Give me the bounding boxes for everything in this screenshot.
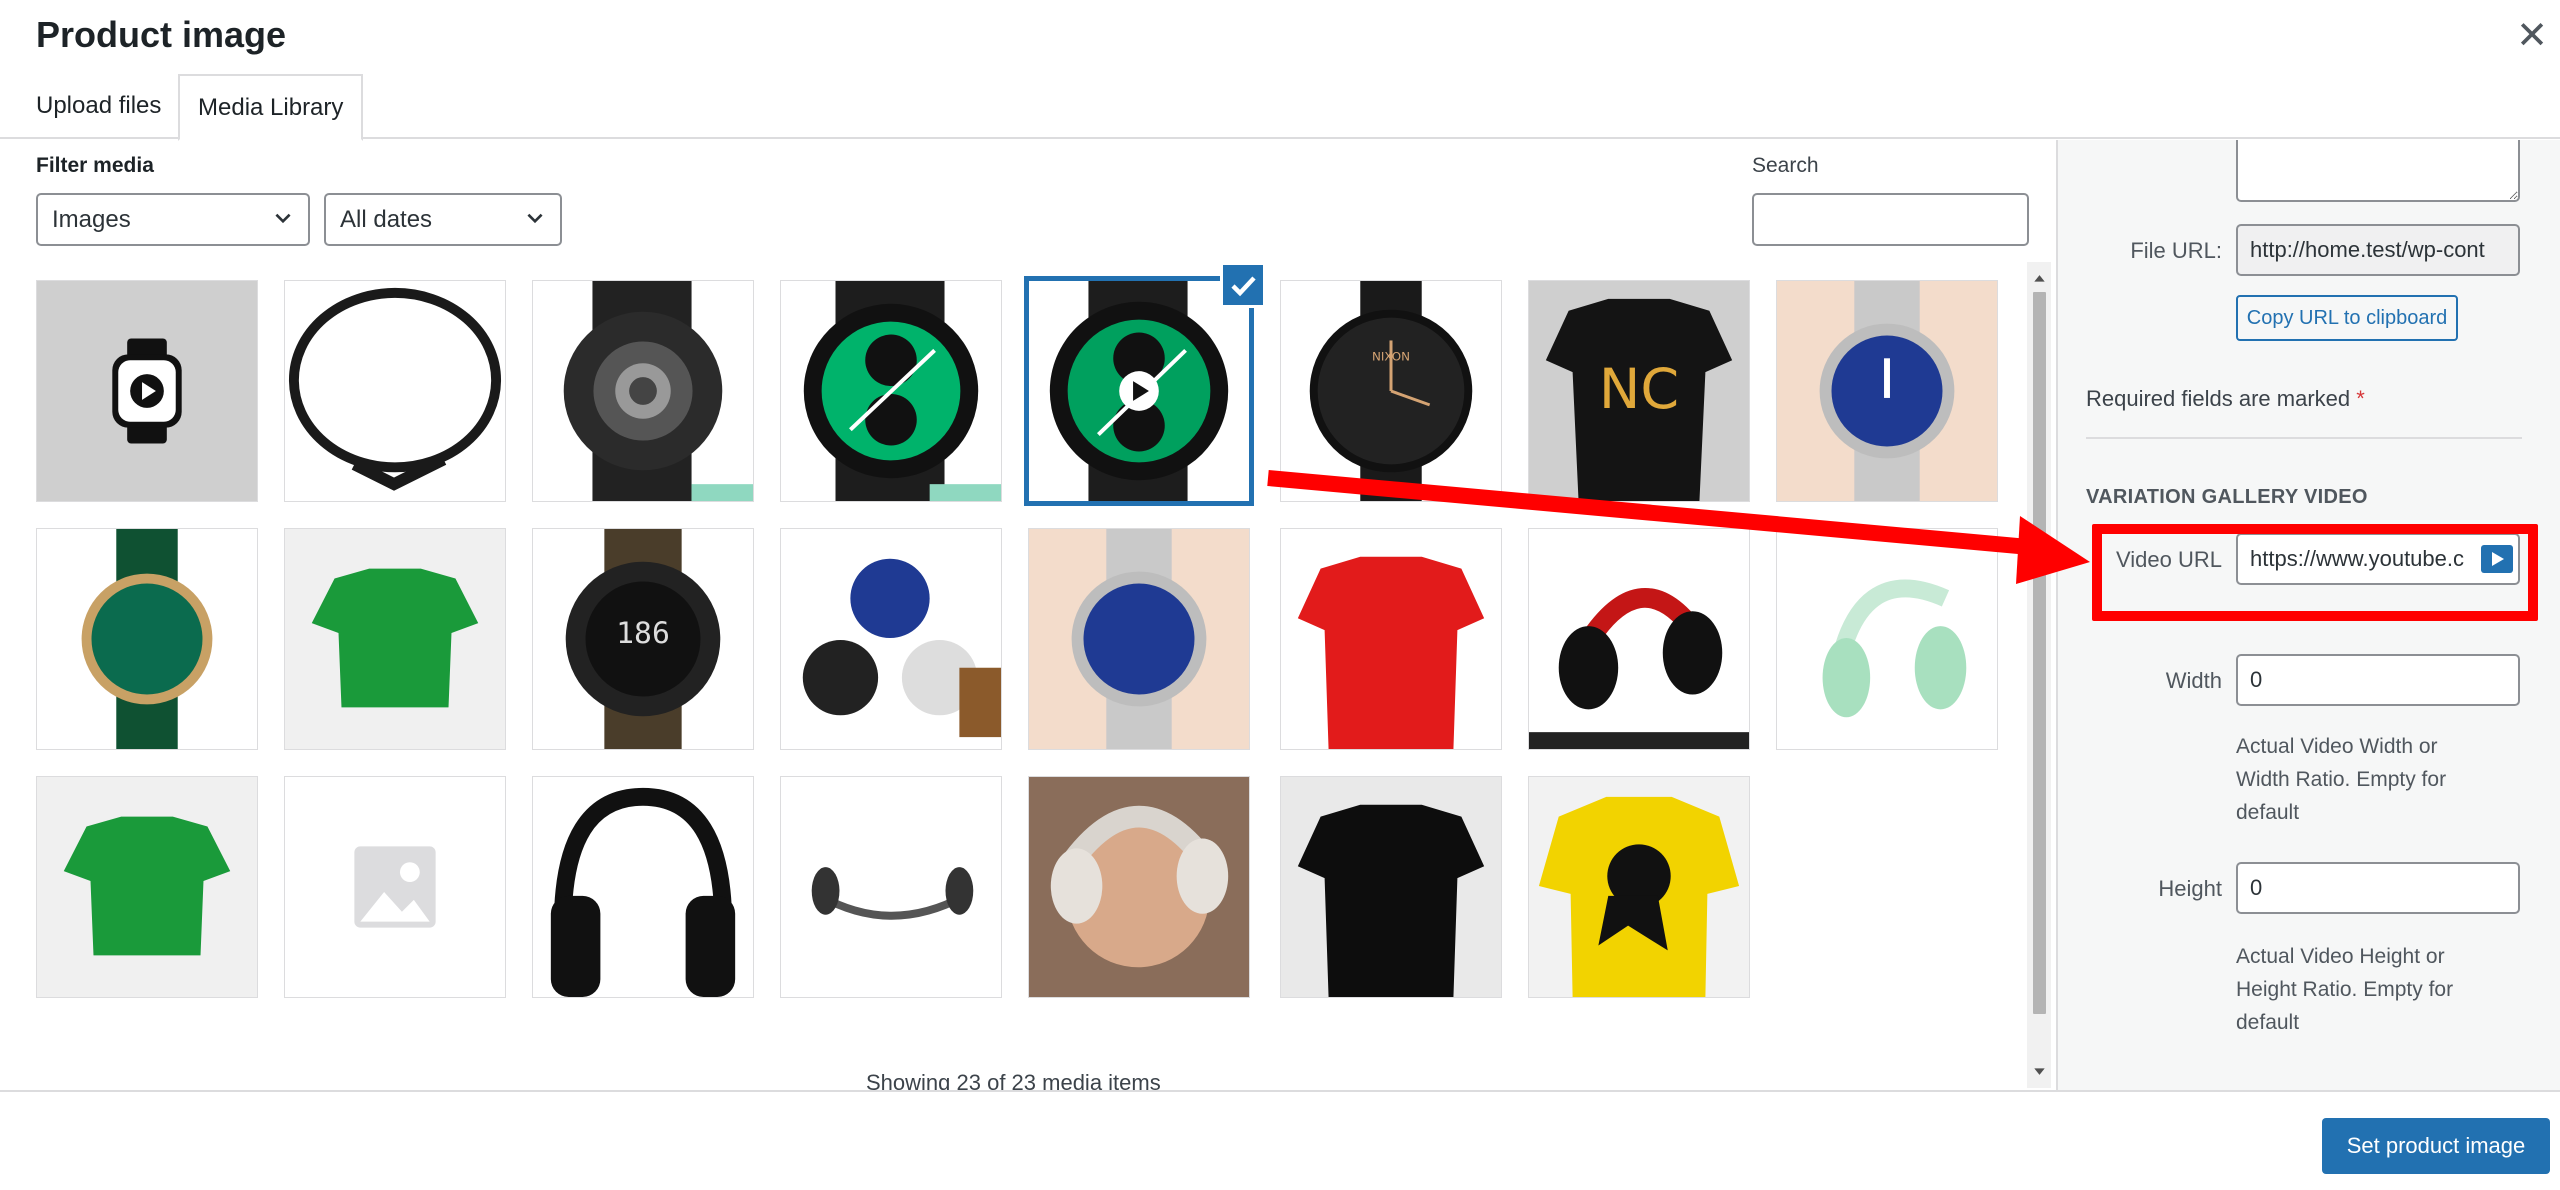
play-icon[interactable] (2481, 545, 2513, 573)
media-item[interactable] (1280, 776, 1502, 998)
media-date-value: All dates (340, 206, 433, 233)
filter-media-label: Filter media (36, 154, 154, 177)
scroll-up-icon[interactable] (2033, 272, 2046, 286)
media-item[interactable] (1028, 776, 1250, 998)
sidebar-divider (2086, 437, 2522, 439)
height-input[interactable]: 0 (2236, 862, 2520, 914)
chevron-down-icon (527, 213, 543, 224)
search-label: Search (1752, 154, 1819, 177)
tab-media-library[interactable]: Media Library (178, 74, 364, 141)
media-item[interactable]: 186 (532, 528, 754, 750)
media-item[interactable] (780, 776, 1002, 998)
media-item[interactable] (1528, 528, 1750, 750)
required-fields-note: Required fields are marked * (2086, 386, 2365, 412)
media-item[interactable] (780, 280, 1002, 502)
copy-url-button[interactable]: Copy URL to clipboard (2236, 295, 2458, 341)
required-star: * (2356, 386, 2365, 411)
height-help-text: Actual Video Height or Height Ratio. Emp… (2236, 945, 2454, 1034)
tab-upload-files[interactable]: Upload files (18, 74, 179, 139)
description-textarea[interactable] (2236, 140, 2520, 202)
media-item-selected[interactable] (1024, 276, 1254, 506)
media-type-select[interactable]: Images (36, 193, 310, 246)
width-input[interactable]: 0 (2236, 654, 2520, 706)
media-count-text: Showing 23 of 23 media items (866, 1070, 1161, 1092)
media-item[interactable] (284, 280, 506, 502)
media-item[interactable] (36, 776, 258, 998)
media-type-value: Images (52, 206, 131, 233)
scroll-down-icon[interactable] (2033, 1064, 2046, 1078)
media-item[interactable] (1528, 776, 1750, 998)
media-item[interactable] (532, 776, 754, 998)
file-url-field[interactable]: http://home.test/wp-cont (2236, 224, 2520, 276)
set-product-image-button[interactable]: Set product image (2322, 1118, 2550, 1174)
height-label: Height (2158, 876, 2222, 901)
media-item[interactable] (1280, 528, 1502, 750)
width-label: Width (2165, 668, 2222, 693)
search-input[interactable] (1752, 193, 2029, 246)
tab-bar: Upload files Media Library (0, 74, 2560, 141)
file-url-label: File URL: (2130, 238, 2222, 263)
svg-text:NC: NC (1599, 357, 1679, 422)
media-item[interactable] (284, 528, 506, 750)
variation-gallery-video-heading: VARIATION GALLERY VIDEO (2086, 486, 2368, 508)
scroll-thumb[interactable] (2033, 292, 2046, 1014)
media-date-select[interactable]: All dates (324, 193, 562, 246)
svg-text:186: 186 (616, 616, 670, 651)
width-help-text: Actual Video Width or Width Ratio. Empty… (2236, 735, 2447, 824)
video-url-input[interactable]: https://www.youtube.c (2236, 533, 2520, 585)
chevron-down-icon (275, 213, 291, 224)
media-item[interactable]: NIXON (1280, 280, 1502, 502)
media-item[interactable] (1776, 280, 1998, 502)
media-item[interactable] (780, 528, 1002, 750)
close-icon[interactable]: ✕ (2512, 14, 2552, 58)
media-item[interactable] (1776, 528, 1998, 750)
media-modal: Product image ✕ Upload files Media Libra… (0, 0, 2560, 1190)
required-note-text: Required fields are marked (2086, 386, 2351, 411)
video-url-label: Video URL (2116, 547, 2222, 572)
media-item[interactable] (36, 528, 258, 750)
media-item[interactable] (284, 776, 506, 998)
modal-title: Product image (36, 14, 287, 55)
modal-toolbar (0, 1090, 2560, 1190)
checkmark-icon[interactable] (1220, 262, 1266, 308)
media-item[interactable]: NC (1528, 280, 1750, 502)
media-item[interactable] (36, 280, 258, 502)
media-grid: NIXON NC 186 (0, 262, 2030, 1090)
media-item[interactable] (532, 280, 754, 502)
media-item[interactable] (1028, 528, 1250, 750)
